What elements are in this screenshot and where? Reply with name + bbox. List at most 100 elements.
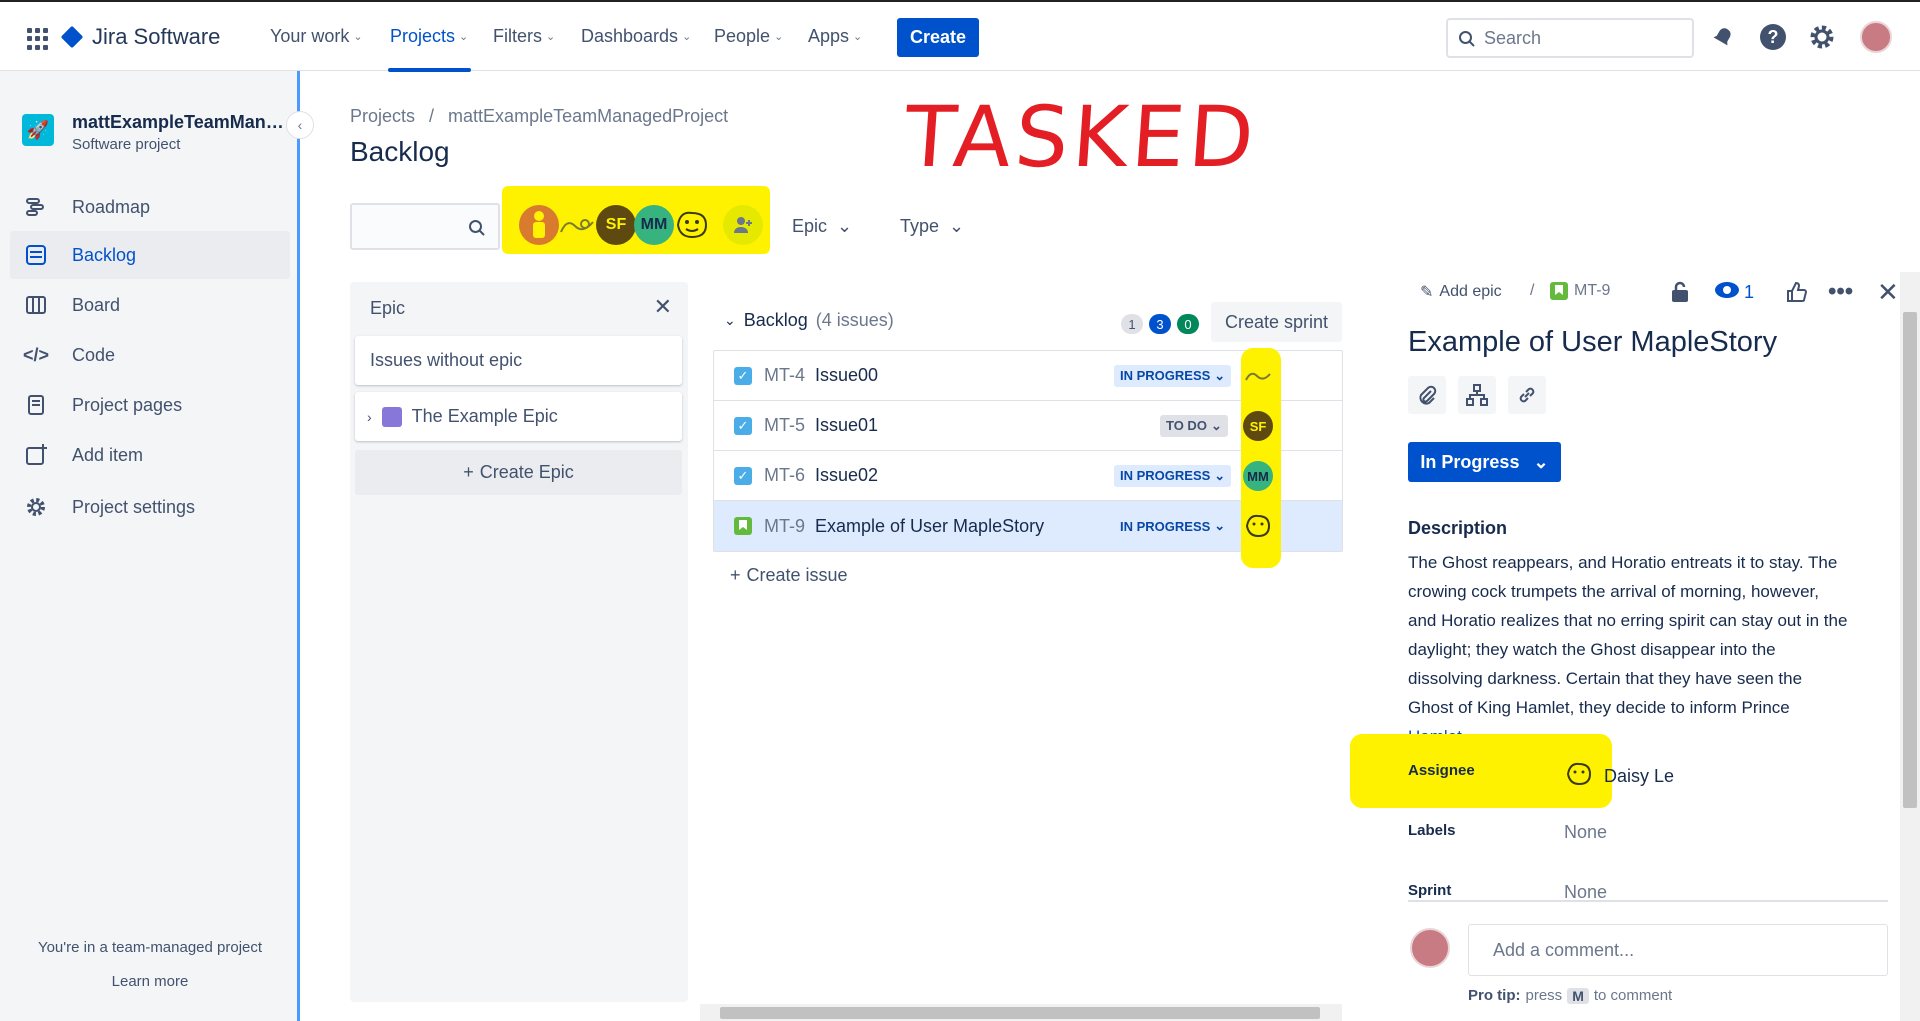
assignee-filter-avatar-mm[interactable]: MM: [634, 205, 674, 245]
sidebar-item-project-pages[interactable]: Project pages: [10, 381, 290, 429]
done-count-badge: 0: [1177, 314, 1199, 334]
task-icon: ✓: [734, 366, 752, 385]
assignee-filter-avatar[interactable]: [519, 205, 559, 245]
chevron-down-icon: ⌄: [1214, 367, 1226, 383]
sidebar-item-code[interactable]: </> Code: [10, 331, 290, 379]
nav-projects[interactable]: Projects ⌄: [390, 26, 468, 47]
description-label: Description: [1408, 518, 1508, 538]
add-item-icon: [24, 443, 48, 467]
app-switcher-icon[interactable]: [27, 28, 49, 50]
nav-people[interactable]: People ⌄: [714, 26, 783, 47]
assignee-filter-avatar[interactable]: [557, 205, 597, 245]
add-epic-button[interactable]: ✎ Add epic: [1420, 282, 1502, 302]
chevron-down-icon: ⌄: [1210, 417, 1222, 433]
board-icon: [24, 293, 48, 317]
nav-apps[interactable]: Apps ⌄: [808, 26, 862, 47]
more-actions-icon[interactable]: •••: [1828, 278, 1853, 306]
labels-field[interactable]: None: [1564, 822, 1607, 843]
jira-logo[interactable]: Jira Software: [60, 24, 221, 50]
sidebar-item-label: Backlog: [72, 244, 137, 265]
epic-filter-dropdown[interactable]: Epic ⌄: [792, 216, 852, 237]
status-dropdown[interactable]: TO DO ⌄: [1160, 414, 1228, 437]
labels-label: Labels: [1408, 822, 1456, 839]
watchers-button[interactable]: 1: [1714, 278, 1754, 306]
close-icon[interactable]: ✕: [654, 294, 672, 320]
assignee-filter-avatar-sf[interactable]: SF: [596, 205, 636, 245]
active-nav-indicator: [388, 68, 471, 72]
issue-title[interactable]: Example of User MapleStory: [1408, 326, 1777, 359]
assignee-avatar[interactable]: [1243, 361, 1273, 391]
breadcrumb: Projects / mattExampleTeamManagedProject: [350, 106, 728, 127]
status-dropdown[interactable]: IN PROGRESS ⌄: [1114, 364, 1232, 387]
add-people-icon[interactable]: [723, 205, 763, 245]
search-icon: [468, 219, 486, 242]
sidebar-item-label: Project settings: [72, 496, 196, 517]
create-epic-button[interactable]: + Create Epic: [355, 450, 682, 495]
nav-your-work[interactable]: Your work ⌄: [270, 26, 363, 47]
assignee-avatar[interactable]: [1243, 511, 1273, 541]
lock-icon[interactable]: [1670, 278, 1690, 306]
close-icon[interactable]: ✕: [1877, 277, 1899, 307]
epic-item[interactable]: › The Example Epic: [355, 392, 682, 441]
breadcrumb-projects[interactable]: Projects: [350, 106, 415, 127]
create-button[interactable]: Create: [897, 18, 979, 57]
create-sprint-button[interactable]: Create sprint: [1211, 302, 1342, 342]
assignee-avatar-mm[interactable]: MM: [1243, 461, 1273, 491]
search-input[interactable]: Search: [1446, 18, 1694, 58]
sidebar-item-label: Roadmap: [72, 196, 151, 217]
sidebar-item-add-item[interactable]: Add item: [10, 431, 290, 479]
sprint-label: Sprint: [1408, 882, 1452, 899]
description-text[interactable]: The Ghost reappears, and Horatio entreat…: [1408, 548, 1848, 751]
child-issue-icon[interactable]: [1458, 376, 1496, 414]
chevron-right-icon: ›: [367, 408, 372, 425]
create-issue-button[interactable]: + Create issue: [730, 565, 848, 586]
help-icon[interactable]: ?: [1760, 24, 1786, 50]
nav-dashboards[interactable]: Dashboards ⌄: [581, 26, 691, 47]
issue-summary: Issue02: [815, 465, 879, 485]
project-avatar-icon[interactable]: 🚀: [22, 114, 54, 146]
horizontal-scrollbar[interactable]: [700, 1004, 1342, 1021]
status-dropdown[interactable]: IN PROGRESS ⌄: [1114, 515, 1232, 537]
attachment-icon[interactable]: [1408, 376, 1446, 414]
link-icon[interactable]: [1508, 376, 1546, 414]
sidebar-item-board[interactable]: Board: [10, 281, 290, 329]
assignee-avatar-sf[interactable]: SF: [1243, 411, 1273, 441]
sidebar-item-roadmap[interactable]: Roadmap: [10, 183, 290, 231]
sidebar-item-label: Board: [72, 294, 121, 315]
task-icon: ✓: [734, 416, 752, 435]
task-icon: ✓: [734, 466, 752, 485]
project-name[interactable]: mattExampleTeamManagedProject: [72, 112, 284, 133]
in-progress-count-badge: 3: [1149, 314, 1171, 334]
assignee-filter-avatar[interactable]: [672, 205, 712, 245]
settings-icon[interactable]: [1809, 24, 1835, 50]
notifications-icon[interactable]: [1710, 24, 1736, 50]
nav-filters[interactable]: Filters ⌄: [493, 26, 555, 47]
status-button[interactable]: In Progress ⌄: [1408, 442, 1561, 482]
app-title: Jira Software: [92, 24, 221, 49]
backlog-search-input[interactable]: [350, 203, 500, 250]
backlog-header[interactable]: ⌄ Backlog (4 issues): [724, 310, 894, 331]
thumbs-up-icon[interactable]: [1785, 278, 1807, 306]
sidebar-item-project-settings[interactable]: Project settings: [10, 483, 290, 531]
chevron-down-icon: ⌄: [724, 312, 736, 328]
chevron-down-icon: ⌄: [1214, 518, 1226, 533]
issue-summary: Example of User MapleStory: [815, 515, 1045, 536]
issues-without-epic[interactable]: Issues without epic: [355, 336, 682, 385]
backlog-icon: [24, 243, 48, 267]
type-filter-dropdown[interactable]: Type ⌄: [900, 216, 964, 237]
current-user-avatar: [1410, 928, 1450, 968]
issue-key: MT-5: [764, 415, 806, 435]
issue-key-link[interactable]: MT-9: [1550, 282, 1610, 300]
user-avatar[interactable]: [1860, 21, 1892, 53]
project-sidebar: 🚀 mattExampleTeamManagedProject Software…: [0, 71, 300, 1021]
collapse-sidebar-button[interactable]: ‹: [286, 111, 314, 139]
pages-icon: [24, 393, 48, 417]
learn-more-link[interactable]: Learn more: [0, 973, 300, 990]
breadcrumb-project[interactable]: mattExampleTeamManagedProject: [448, 106, 728, 127]
sidebar-item-backlog[interactable]: Backlog: [10, 231, 290, 279]
comment-input[interactable]: Add a comment...: [1468, 924, 1888, 976]
status-dropdown[interactable]: IN PROGRESS ⌄: [1114, 464, 1232, 487]
assignee-field[interactable]: Daisy Le: [1564, 760, 1674, 793]
sidebar-item-label: Code: [72, 344, 116, 365]
detail-scrollbar[interactable]: [1900, 272, 1920, 1021]
